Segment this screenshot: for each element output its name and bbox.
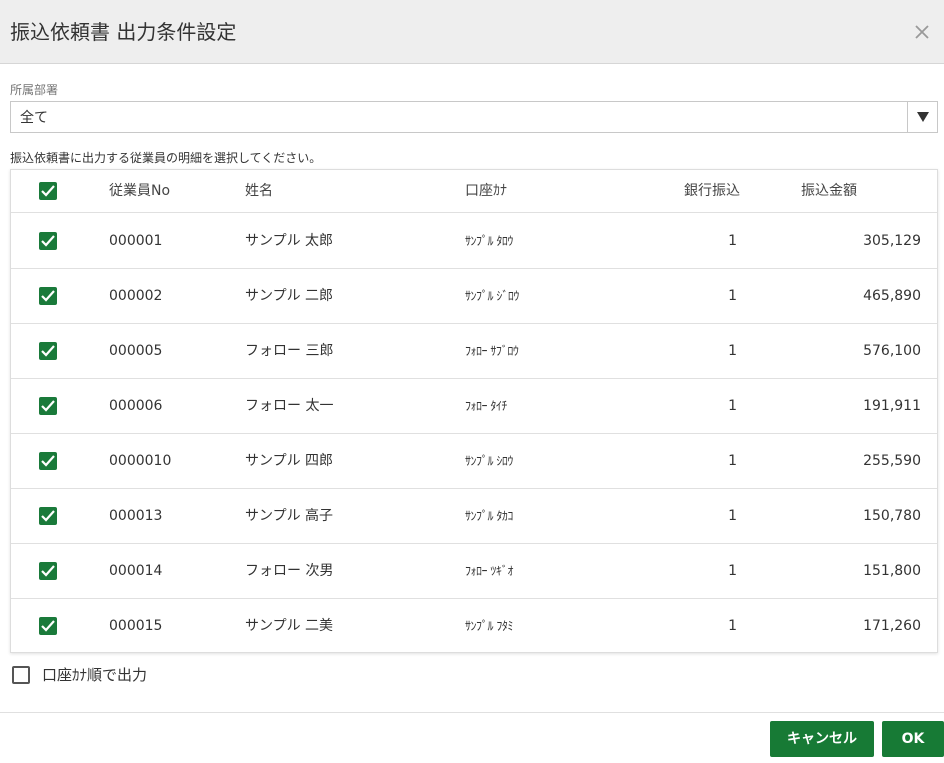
cancel-button[interactable]: キャンセル [770,721,874,757]
cell-kana: ﾌｫﾛｰ ﾀｲﾁ [465,399,507,413]
select-all-checkbox[interactable] [39,182,57,200]
table-row[interactable]: 000014 フォロー 次男 ﾌｫﾛｰ ﾂｷﾞｵ 1 151,800 [11,544,937,599]
cell-name: サンプル 四郎 [245,453,334,469]
cell-amount: 465,890 [863,288,921,304]
check-icon [41,345,55,357]
dialog-title: 振込依頼書 出力条件設定 [10,20,237,44]
cell-name: フォロー 三郎 [245,343,334,359]
check-icon [41,455,55,467]
ok-button[interactable]: OK [882,721,944,757]
check-icon [41,235,55,247]
dropdown-arrow[interactable] [907,102,937,132]
cell-employee-no: 000014 [109,563,163,579]
cell-employee-no: 000005 [109,343,163,359]
department-label: 所属部署 [10,83,59,97]
table-row[interactable]: 000006 フォロー 太一 ﾌｫﾛｰ ﾀｲﾁ 1 191,911 [11,379,937,434]
cell-employee-no: 0000010 [109,453,172,469]
cell-bank-transfer: 1 [728,618,737,634]
cell-amount: 191,911 [863,398,921,414]
department-select-value: 全て [20,110,48,126]
cell-name: フォロー 太一 [245,398,334,414]
row-checkbox[interactable] [39,397,57,415]
row-checkbox[interactable] [39,287,57,305]
row-checkbox[interactable] [39,562,57,580]
department-select[interactable]: 全て [10,101,938,133]
table-row[interactable]: 000002 サンプル 二郎 ｻﾝﾌﾟﾙ ｼﾞﾛｳ 1 465,890 [11,269,937,324]
check-icon [41,185,55,197]
row-checkbox[interactable] [39,452,57,470]
cell-kana: ｻﾝﾌﾟﾙ ﾀﾛｳ [465,234,513,248]
cell-amount: 150,780 [863,508,921,524]
cell-kana: ｻﾝﾌﾟﾙ ｼﾛｳ [465,454,513,468]
cell-kana: ﾌｫﾛｰ ﾂｷﾞｵ [465,564,513,578]
cell-bank-transfer: 1 [728,343,737,359]
header-bank-transfer[interactable]: 銀行振込 [684,182,740,200]
cell-bank-transfer: 1 [728,508,737,524]
kana-order-label: 口座ｶﾅ順で出力 [42,666,148,684]
table-header-row: 従業員No 姓名 口座ｶﾅ 銀行振込 振込金額 [11,170,937,213]
check-icon [41,290,55,302]
cell-amount: 171,260 [863,618,921,634]
header-employee-no[interactable]: 従業員No [109,182,170,200]
check-icon [41,400,55,412]
cell-name: サンプル 太郎 [245,233,334,249]
table-row[interactable]: 0000010 サンプル 四郎 ｻﾝﾌﾟﾙ ｼﾛｳ 1 255,590 [11,434,937,489]
cell-employee-no: 000001 [109,233,163,249]
cell-employee-no: 000015 [109,618,163,634]
close-icon [915,25,929,39]
cell-bank-transfer: 1 [728,398,737,414]
cell-amount: 305,129 [863,233,921,249]
cell-bank-transfer: 1 [728,233,737,249]
cell-name: サンプル 二美 [245,618,334,634]
cell-amount: 255,590 [863,453,921,469]
row-checkbox[interactable] [39,342,57,360]
cell-amount: 151,800 [863,563,921,579]
cell-kana: ｻﾝﾌﾟﾙ ﾌﾀﾐ [465,619,513,633]
cell-name: フォロー 次男 [245,563,334,579]
row-checkbox[interactable] [39,617,57,635]
triangle-down-icon [917,112,929,122]
kana-order-checkbox[interactable] [12,666,30,684]
cell-bank-transfer: 1 [728,453,737,469]
header-kana[interactable]: 口座ｶﾅ [465,182,507,200]
table-row[interactable]: 000015 サンプル 二美 ｻﾝﾌﾟﾙ ﾌﾀﾐ 1 171,260 [11,599,937,654]
cell-bank-transfer: 1 [728,563,737,579]
cell-employee-no: 000013 [109,508,163,524]
cell-employee-no: 000002 [109,288,163,304]
cell-kana: ｻﾝﾌﾟﾙ ﾀｶｺ [465,509,513,523]
cell-kana: ｻﾝﾌﾟﾙ ｼﾞﾛｳ [465,289,519,303]
table-row[interactable]: 000005 フォロー 三郎 ﾌｫﾛｰ ｻﾌﾞﾛｳ 1 576,100 [11,324,937,379]
table-row[interactable]: 000001 サンプル 太郎 ｻﾝﾌﾟﾙ ﾀﾛｳ 1 305,129 [11,214,937,269]
employee-table: 従業員No 姓名 口座ｶﾅ 銀行振込 振込金額 000001 サンプル 太郎 ｻﾝﾌ… [10,169,938,653]
cell-name: サンプル 二郎 [245,288,334,304]
row-checkbox[interactable] [39,232,57,250]
dialog: 振込依頼書 出力条件設定 所属部署 全て 振込依頼書に出力する従業員の明細を選択… [0,0,944,763]
check-icon [41,510,55,522]
check-icon [41,620,55,632]
dialog-header: 振込依頼書 出力条件設定 [0,0,944,64]
cell-amount: 576,100 [863,343,921,359]
cell-kana: ﾌｫﾛｰ ｻﾌﾞﾛｳ [465,344,519,358]
check-icon [41,565,55,577]
row-checkbox[interactable] [39,507,57,525]
cell-employee-no: 000006 [109,398,163,414]
instruction-text: 振込依頼書に出力する従業員の明細を選択してください。 [10,151,322,165]
footer-divider [0,712,944,713]
table-row[interactable]: 000013 サンプル 高子 ｻﾝﾌﾟﾙ ﾀｶｺ 1 150,780 [11,489,937,544]
header-name[interactable]: 姓名 [245,182,273,200]
cell-bank-transfer: 1 [728,288,737,304]
cell-name: サンプル 高子 [245,508,334,524]
close-button[interactable] [908,18,936,46]
header-amount[interactable]: 振込金額 [801,182,857,200]
